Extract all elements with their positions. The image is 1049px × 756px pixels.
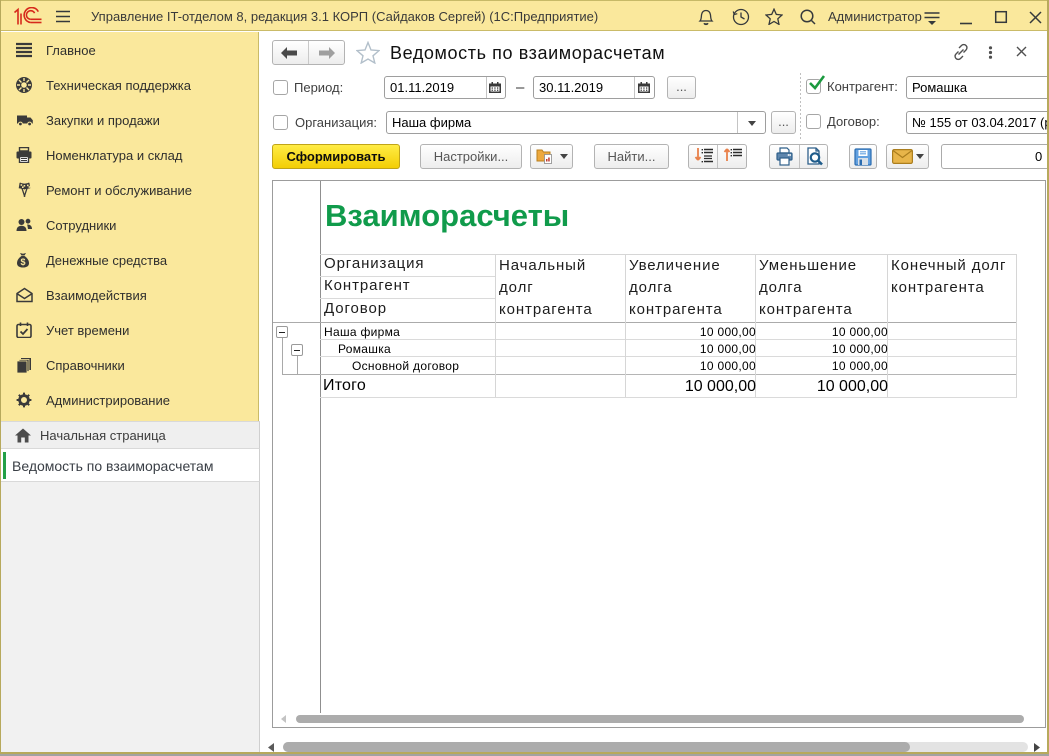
svg-text:$: $ (20, 257, 25, 267)
